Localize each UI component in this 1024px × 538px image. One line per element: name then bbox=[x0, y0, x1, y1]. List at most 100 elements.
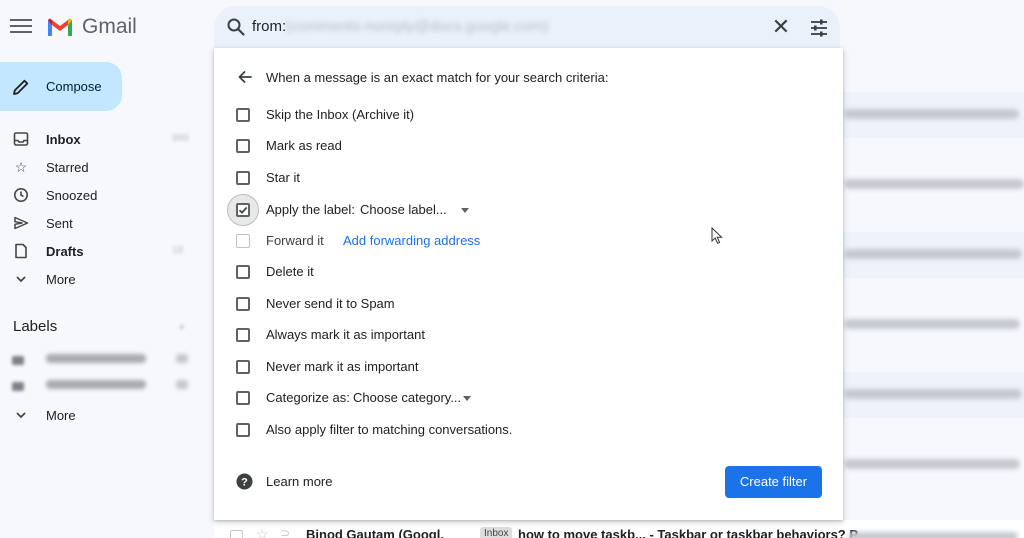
sidebar-item-count: 18 bbox=[172, 245, 184, 256]
search-bar[interactable]: from:(comments-noreply@docs.google.com) … bbox=[214, 6, 840, 48]
table-row[interactable]: ☆ ⊃ Binod Gautam (Googl. Inbox how to mo… bbox=[214, 520, 1024, 538]
delete-it-checkbox[interactable] bbox=[236, 265, 250, 279]
snippet-blurred bbox=[844, 459, 1020, 469]
option-categorize[interactable]: Categorize as: Choose category... bbox=[236, 388, 796, 408]
option-label: Also apply filter to matching conversati… bbox=[266, 422, 513, 437]
inbox-badge: Inbox bbox=[480, 527, 513, 538]
compose-label: Compose bbox=[46, 79, 102, 94]
main-menu-icon[interactable] bbox=[10, 15, 32, 37]
option-never-spam[interactable]: Never send it to Spam bbox=[236, 294, 796, 314]
dropdown-caret-icon[interactable] bbox=[463, 396, 471, 401]
label-count-blurred bbox=[176, 380, 188, 389]
choose-label-dropdown[interactable]: Choose label... bbox=[360, 202, 447, 217]
option-label: Delete it bbox=[266, 264, 314, 279]
send-icon bbox=[14, 216, 29, 230]
option-label: Never mark it as important bbox=[266, 359, 419, 374]
sidebar-item-drafts[interactable]: Drafts 18 bbox=[0, 238, 200, 264]
sidebar-item-more[interactable]: More bbox=[0, 266, 200, 292]
star-icon[interactable]: ☆ bbox=[256, 526, 269, 538]
option-label: Categorize as: bbox=[266, 390, 350, 405]
add-forwarding-address-link[interactable]: Add forwarding address bbox=[343, 233, 480, 248]
label-item-blurred[interactable] bbox=[12, 352, 192, 370]
clear-search-icon[interactable]: ✕ bbox=[770, 16, 792, 38]
search-query-blurred: (comments-noreply@docs.google.com) bbox=[286, 18, 549, 35]
row-checkbox[interactable] bbox=[230, 530, 243, 538]
chevron-down-icon bbox=[16, 276, 26, 283]
search-icon[interactable] bbox=[226, 17, 246, 37]
create-filter-button[interactable]: Create filter bbox=[725, 466, 822, 498]
apply-to-matching-checkbox[interactable] bbox=[236, 423, 250, 437]
labels-more[interactable]: More bbox=[0, 402, 200, 428]
categorize-checkbox[interactable] bbox=[236, 391, 250, 405]
sidebar-item-inbox[interactable]: Inbox 999 bbox=[0, 126, 200, 152]
help-icon[interactable]: ? bbox=[236, 473, 253, 490]
dropdown-caret-icon[interactable] bbox=[461, 208, 469, 213]
label-count-blurred bbox=[176, 354, 188, 363]
label-icon bbox=[12, 382, 24, 391]
option-label: Skip the Inbox (Archive it) bbox=[266, 107, 415, 122]
clock-icon bbox=[14, 188, 28, 202]
never-spam-checkbox[interactable] bbox=[236, 297, 250, 311]
option-always-important[interactable]: Always mark it as important bbox=[236, 325, 796, 345]
labels-more-label: More bbox=[46, 408, 76, 423]
snippet-blurred bbox=[844, 109, 1019, 119]
option-mark-as-read[interactable]: Mark as read bbox=[236, 136, 796, 156]
sidebar-item-count: 999 bbox=[172, 133, 189, 144]
create-filter-dialog: When a message is an exact match for you… bbox=[214, 48, 843, 520]
email-subject: how to move taskb... - Taskbar or taskba… bbox=[518, 527, 859, 538]
sidebar-item-label: Sent bbox=[46, 216, 73, 231]
forward-it-checkbox[interactable] bbox=[236, 234, 250, 248]
star-it-checkbox[interactable] bbox=[236, 171, 250, 185]
label-item-blurred[interactable] bbox=[12, 378, 192, 396]
sidebar-item-label: More bbox=[46, 272, 76, 287]
snippet-blurred bbox=[844, 249, 1022, 259]
option-star-it[interactable]: Star it bbox=[236, 168, 796, 188]
important-marker-icon[interactable]: ⊃ bbox=[280, 526, 290, 538]
sidebar-item-label: Inbox bbox=[46, 132, 81, 147]
option-label: Apply the label: bbox=[266, 202, 355, 217]
label-text-blurred bbox=[46, 354, 146, 363]
app-name: Gmail bbox=[82, 15, 137, 38]
inbox-icon bbox=[13, 132, 29, 146]
sidebar-item-label: Drafts bbox=[46, 244, 84, 259]
always-important-checkbox[interactable] bbox=[236, 328, 250, 342]
option-label: Always mark it as important bbox=[266, 327, 425, 342]
back-arrow-icon[interactable] bbox=[236, 68, 254, 86]
learn-more-link[interactable]: Learn more bbox=[266, 474, 332, 489]
star-icon: ☆ bbox=[14, 159, 28, 175]
checkmark-icon bbox=[238, 206, 248, 214]
snippet-blurred bbox=[844, 319, 1020, 329]
apply-label-checkbox[interactable] bbox=[236, 203, 250, 217]
option-label: Never send it to Spam bbox=[266, 296, 395, 311]
mark-as-read-checkbox[interactable] bbox=[236, 139, 250, 153]
label-text-blurred bbox=[46, 380, 146, 389]
sidebar-item-label: Snoozed bbox=[46, 188, 98, 203]
search-input[interactable]: from:(comments-noreply@docs.google.com) bbox=[252, 18, 548, 35]
never-important-checkbox[interactable] bbox=[236, 360, 250, 374]
option-label: Star it bbox=[266, 170, 300, 185]
search-options-icon[interactable] bbox=[808, 17, 830, 39]
sidebar-item-sent[interactable]: Sent bbox=[0, 210, 200, 236]
option-never-important[interactable]: Never mark it as important bbox=[236, 357, 796, 377]
snippet-blurred bbox=[844, 179, 1024, 189]
label-icon bbox=[12, 356, 24, 365]
option-label: Forward it bbox=[266, 233, 324, 248]
option-apply-label[interactable]: Apply the label: Choose label... bbox=[227, 194, 796, 226]
option-label: Mark as read bbox=[266, 138, 342, 153]
snippet-blurred bbox=[844, 389, 1022, 399]
email-sender: Binod Gautam (Googl. bbox=[306, 527, 444, 538]
add-label-icon[interactable]: + bbox=[178, 319, 186, 334]
sidebar-item-snoozed[interactable]: Snoozed bbox=[0, 182, 200, 208]
snippet-blurred bbox=[848, 532, 1018, 538]
compose-button[interactable]: Compose bbox=[0, 62, 122, 111]
draft-icon bbox=[15, 243, 27, 259]
sidebar-item-starred[interactable]: ☆ Starred bbox=[0, 154, 200, 180]
gmail-logo-icon[interactable] bbox=[46, 16, 74, 38]
option-apply-to-matching[interactable]: Also apply filter to matching conversati… bbox=[236, 420, 796, 440]
option-delete-it[interactable]: Delete it bbox=[236, 262, 796, 282]
mouse-cursor-icon bbox=[711, 227, 723, 245]
svg-text:?: ? bbox=[241, 477, 248, 489]
skip-inbox-checkbox[interactable] bbox=[236, 108, 250, 122]
choose-category-dropdown[interactable]: Choose category... bbox=[353, 390, 461, 405]
option-skip-inbox[interactable]: Skip the Inbox (Archive it) bbox=[236, 105, 796, 125]
